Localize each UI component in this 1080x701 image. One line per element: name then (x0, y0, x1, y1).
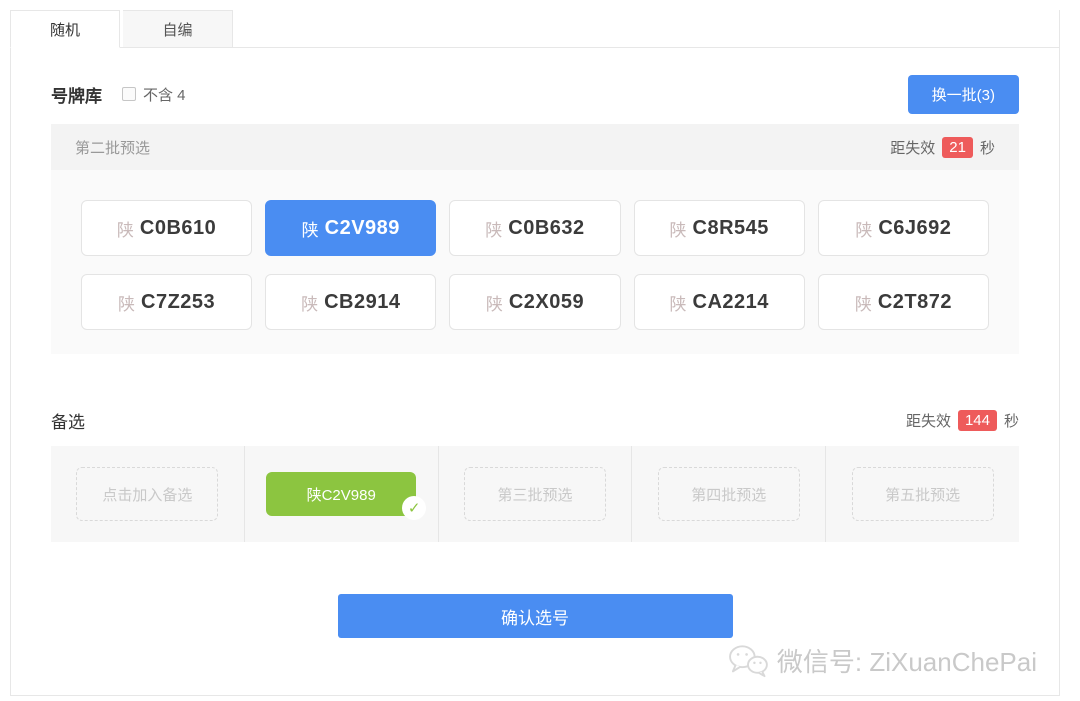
batch-4-placeholder[interactable]: 第四批预选 (657, 467, 800, 521)
plate-province: 陕 (116, 220, 134, 240)
expiry-suffix: 秒 (1003, 413, 1019, 430)
plate-province: 陕 (485, 220, 503, 240)
alt-slot-5: 第五批预选 (825, 446, 1019, 542)
confirm-row: 确认选号 (51, 594, 1019, 638)
plate-option[interactable]: 陕 C8R545 (633, 200, 805, 256)
watermark: 微信号: ZiXuanChePai (727, 642, 1037, 679)
confirm-selection-button[interactable]: 确认选号 (337, 594, 733, 638)
expiry-prefix: 距失效 (890, 139, 936, 157)
plate-province: 陕 (301, 220, 319, 240)
plate-option[interactable]: 陕 C7Z253 (81, 274, 253, 330)
plate-option[interactable]: 陕 CB2914 (265, 274, 437, 330)
change-batch-button[interactable]: 换一批(3) (907, 74, 1019, 114)
expiry-countdown-badge: 144 (957, 410, 997, 431)
plate-province: 陕 (669, 294, 687, 314)
batch-expiry: 距失效 21 秒 (890, 136, 995, 158)
alternate-plate-label: 陕C2V989 (306, 486, 376, 504)
exclude-4-checkbox[interactable] (122, 87, 136, 101)
expiry-suffix: 秒 (979, 139, 995, 157)
plate-number: C6J692 (878, 216, 952, 239)
plate-number: C0B610 (139, 216, 217, 239)
wechat-icon (729, 644, 768, 677)
plate-option[interactable]: 陕 C2X059 (449, 274, 621, 330)
plate-option-selected[interactable]: 陕 C2V989 (265, 200, 437, 256)
plate-number: C2T872 (877, 290, 952, 313)
library-title: 号牌库 (51, 86, 102, 106)
alternates-area: 点击加入备选 陕C2V989 第三批预选 第四批预选 第五批预选 (51, 446, 1019, 542)
plate-province: 陕 (855, 220, 873, 240)
alternates-title: 备选 (51, 413, 85, 432)
expiry-prefix: 距失效 (905, 413, 951, 430)
plate-number: C0B632 (508, 216, 585, 239)
batch-header-bar: 第二批预选 距失效 21 秒 (51, 124, 1019, 170)
panel-content: 号牌库 不含 4 换一批(3) 第二批预选 距失效 21 秒 陕 C0B610 … (11, 74, 1059, 638)
add-alternate-button[interactable]: 点击加入备选 (76, 467, 219, 521)
plate-province: 陕 (669, 220, 687, 240)
watermark-text: 微信号: ZiXuanChePai (776, 647, 1037, 677)
plate-option[interactable]: 陕 C0B610 (81, 200, 253, 256)
batch-3-placeholder[interactable]: 第三批预选 (463, 467, 606, 521)
plate-number: CB2914 (324, 290, 401, 313)
plate-option[interactable]: 陕 CA2214 (633, 274, 805, 330)
main-panel: 随机 自编 号牌库 不含 4 换一批(3) 第二批预选 距失效 21 秒 陕 C… (10, 10, 1060, 696)
tab-random[interactable]: 随机 (10, 10, 120, 48)
plate-option[interactable]: 陕 C0B632 (449, 200, 621, 256)
exclude-4-label: 不含 4 (143, 86, 186, 104)
alternate-selected-plate[interactable]: 陕C2V989 (266, 472, 427, 520)
alt-slot-4: 第四批预选 (631, 446, 825, 542)
plate-selection-page: 随机 自编 号牌库 不含 4 换一批(3) 第二批预选 距失效 21 秒 陕 C… (0, 0, 1080, 701)
plate-number: C7Z253 (141, 290, 216, 313)
plate-province: 陕 (301, 294, 319, 314)
plate-province: 陕 (118, 294, 136, 314)
batch-5-placeholder[interactable]: 第五批预选 (851, 467, 994, 521)
plate-option[interactable]: 陕 C6J692 (817, 200, 989, 256)
plate-number: C2V989 (324, 216, 400, 239)
plate-option[interactable]: 陕 C2T872 (817, 274, 989, 330)
plates-area: 陕 C0B610 陕 C2V989 陕 C0B632 陕 C8R545 陕 C6… (51, 170, 1019, 354)
plate-number: CA2214 (692, 290, 769, 313)
tab-bar: 随机 自编 (10, 10, 1060, 48)
plate-province: 陕 (854, 294, 872, 314)
plate-number: C2X059 (508, 290, 585, 313)
plates-grid: 陕 C0B610 陕 C2V989 陕 C0B632 陕 C8R545 陕 C6… (81, 200, 989, 330)
batch-title: 第二批预选 (75, 139, 151, 157)
alternates-header-row: 备选 距失效 144 秒 (51, 408, 1019, 433)
alt-slot-3: 第三批预选 (437, 446, 632, 542)
check-icon (402, 496, 427, 520)
alt-slot-2: 陕C2V989 (243, 446, 438, 542)
tab-custom[interactable]: 自编 (123, 10, 233, 48)
library-header-row: 号牌库 不含 4 换一批(3) (51, 74, 1019, 114)
alt-slot-1: 点击加入备选 (51, 446, 244, 542)
plate-province: 陕 (485, 294, 503, 314)
expiry-countdown-badge: 21 (942, 136, 973, 158)
plate-number: C8R545 (692, 216, 769, 239)
alternates-expiry: 距失效 144 秒 (906, 410, 1019, 431)
